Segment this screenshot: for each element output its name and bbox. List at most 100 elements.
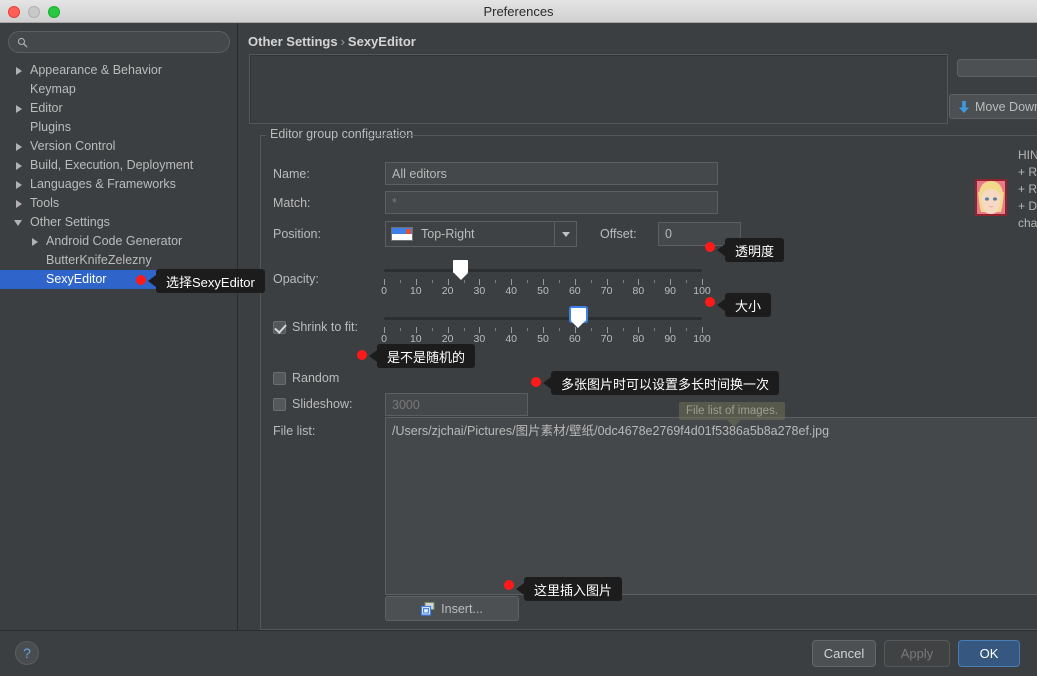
group-title: Editor group configuration [267, 127, 417, 141]
opacity-slider[interactable]: 0 10 20 30 40 50 60 70 80 90 100 [379, 258, 711, 298]
position-select[interactable]: Top-Right [385, 221, 577, 247]
slideshow-checkbox[interactable] [273, 398, 286, 411]
slider-tick-label: 60 [568, 333, 581, 345]
sidebar-item-label: SexyEditor [46, 272, 107, 286]
editor-groups-list[interactable] [249, 54, 948, 124]
search-input[interactable] [34, 35, 224, 49]
shrink-to-fit-label: Shrink to fit: [292, 320, 358, 334]
slider-tick-label: 40 [505, 333, 518, 345]
slider-tick-label: 0 [381, 285, 387, 297]
shrink-to-fit-checkbox[interactable] [273, 321, 286, 334]
sidebar-item-other-settings[interactable]: Other Settings [0, 213, 238, 232]
match-input[interactable]: * [385, 191, 718, 214]
annotation-size: 大小 [716, 293, 772, 317]
preferences-window: Preferences Appearance & Behavior Keymap [0, 0, 1037, 676]
sidebar-item-appearance-behavior[interactable]: Appearance & Behavior [0, 61, 238, 80]
no-chevron-icon [30, 274, 41, 285]
shrink-slider-track[interactable] [384, 317, 702, 320]
ok-button[interactable]: OK [958, 640, 1020, 667]
no-chevron-icon [30, 255, 41, 266]
sidebar-item-build-execution-deployment[interactable]: Build, Execution, Deployment [0, 156, 238, 175]
annotation-insert: 这里插入图片 [515, 577, 623, 601]
sidebar-item-label: Languages & Frameworks [30, 177, 176, 191]
slider-tick-label: 30 [473, 333, 486, 345]
chevron-right-icon[interactable] [14, 103, 25, 114]
slideshow-interval-input[interactable]: 3000 [385, 393, 528, 416]
slider-tick-label: 100 [693, 285, 711, 297]
opacity-label: Opacity: [273, 272, 319, 286]
search-container [8, 31, 230, 53]
move-up-button[interactable] [957, 59, 1037, 77]
move-down-button[interactable]: Move Down [949, 94, 1037, 119]
slider-tick-label: 20 [441, 285, 454, 297]
slider-tick-label: 30 [473, 285, 486, 297]
sidebar-item-keymap[interactable]: Keymap [0, 80, 238, 99]
sidebar-item-plugins[interactable]: Plugins [0, 118, 238, 137]
arrow-down-icon [959, 100, 969, 113]
hints-heading: HINTS: [1018, 148, 1037, 162]
annotation-slideshow: 多张图片时可以设置多长时间换一次 [542, 371, 780, 395]
help-button[interactable]: ? [15, 641, 39, 665]
name-label: Name: [273, 167, 310, 181]
hints-line-1-pre: + Read [1018, 165, 1037, 179]
chevron-right-icon[interactable] [14, 141, 25, 152]
annotation-select-sexyeditor: 选择SexyEditor [148, 269, 265, 293]
slider-tick-label: 90 [664, 285, 677, 297]
annotation-dot-insert [504, 580, 514, 590]
name-input[interactable]: All editors [385, 162, 718, 185]
opacity-slider-thumb[interactable] [453, 260, 469, 280]
shrink-slider[interactable]: 0 10 20 30 40 50 60 70 80 90 100 [379, 306, 711, 346]
chevron-right-icon[interactable] [14, 160, 25, 171]
chevron-right-icon[interactable] [30, 236, 41, 247]
file-list-textarea[interactable]: /Users/zjchai/Pictures/图片素材/壁纸/0dc4678e2… [385, 417, 1037, 595]
slider-tick-label: 10 [409, 285, 422, 297]
chevron-right-icon[interactable] [14, 179, 25, 190]
hints-line-4: changing the editor group. [1018, 216, 1037, 230]
hints-panel: HINTS: + Read tooltips for more help. + … [975, 147, 1037, 232]
chevron-right-icon[interactable] [14, 65, 25, 76]
window-title: Preferences [483, 4, 554, 19]
insert-button[interactable]: Insert... [385, 596, 519, 621]
slideshow-label: Slideshow: [292, 397, 353, 411]
shrink-slider-thumb[interactable] [570, 308, 586, 328]
hints-line-2: + Reopen editors if changes are not visi… [1018, 182, 1037, 196]
sidebar-item-version-control[interactable]: Version Control [0, 137, 238, 156]
chevron-down-icon[interactable] [14, 217, 25, 228]
offset-label: Offset: [600, 227, 637, 241]
cancel-button[interactable]: Cancel [812, 640, 876, 667]
sidebar-item-label: Tools [30, 196, 60, 210]
slider-tick-label: 80 [632, 333, 645, 345]
sidebar-item-label: Version Control [30, 139, 116, 153]
annotation-dot-slideshow [531, 377, 541, 387]
sidebar-item-butterknifezelezny[interactable]: ButterKnifeZelezny [0, 251, 238, 270]
slider-tick-label: 80 [632, 285, 645, 297]
sidebar-item-label: Appearance & Behavior [30, 63, 163, 77]
apply-button[interactable]: Apply [884, 640, 950, 667]
match-label: Match: [273, 196, 311, 210]
settings-tree: Appearance & Behavior Keymap Editor Plug… [0, 61, 238, 289]
hints-line-1: + Read tooltips for more help. [1018, 164, 1037, 181]
slider-tick-label: 100 [693, 333, 711, 345]
insert-image-icon [421, 601, 435, 616]
sidebar-item-android-code-generator[interactable]: Android Code Generator [0, 232, 238, 251]
search-box[interactable] [8, 31, 230, 53]
random-checkbox[interactable] [273, 372, 286, 385]
sidebar-item-languages-frameworks[interactable]: Languages & Frameworks [0, 175, 238, 194]
sidebar-item-label: Keymap [30, 82, 76, 96]
annotation-dot-random [357, 350, 367, 360]
slider-tick-label: 50 [537, 285, 549, 297]
sidebar-item-editor[interactable]: Editor [0, 99, 238, 118]
sidebar-item-label: Build, Execution, Deployment [30, 158, 194, 172]
no-chevron-icon [14, 122, 25, 133]
position-preview-icon [391, 227, 413, 241]
opacity-slider-track[interactable] [384, 269, 702, 272]
chevron-right-icon[interactable] [14, 198, 25, 209]
breadcrumb-current: SexyEditor [347, 34, 416, 49]
breadcrumb-separator: › [340, 34, 345, 49]
breadcrumb-parent[interactable]: Other Settings [248, 34, 338, 49]
slider-tick-label: 70 [600, 285, 613, 297]
sidebar-item-tools[interactable]: Tools [0, 194, 238, 213]
move-down-label: Move Down [975, 99, 1037, 114]
chevron-down-icon[interactable] [554, 222, 576, 246]
annotation-dot-size [705, 297, 715, 307]
